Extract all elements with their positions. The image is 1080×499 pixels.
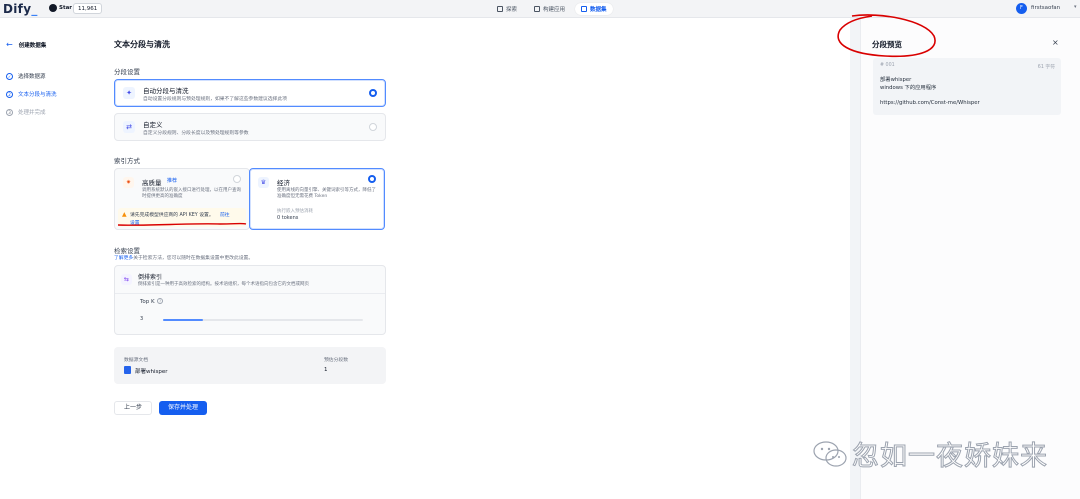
github-star-count[interactable]: 11,961 <box>73 3 103 14</box>
option-title: 高质量 <box>142 179 162 187</box>
coins-icon: ♛ <box>258 177 269 188</box>
info-icon[interactable]: ? <box>157 298 163 304</box>
wechat-icon <box>813 440 847 467</box>
topk-slider[interactable] <box>163 319 363 321</box>
page-title: 文本分段与清洗 <box>114 40 170 49</box>
sliders-icon: ⇄ <box>123 121 135 133</box>
step-select-source: ✓ 选择数据源 <box>6 72 46 80</box>
token-estimate-label: 执行嵌入预估消耗 <box>277 209 313 214</box>
radio-unselected[interactable] <box>369 123 377 131</box>
recommended-badge: 推荐 <box>167 178 178 184</box>
watermark-text: 忽如一夜娇妹来 <box>852 441 1048 473</box>
github-star-label[interactable]: Star <box>59 5 72 11</box>
option-desc: 调用系统默认的嵌入接口进行处理，以在用户查询时提供更高的准确度 <box>142 188 241 199</box>
radio-selected[interactable] <box>369 89 377 97</box>
close-icon[interactable]: × <box>1052 38 1059 47</box>
sparkle-icon: ✦ <box>123 87 135 99</box>
panel-divider <box>850 18 860 499</box>
dify-logo[interactable]: Dify_ <box>3 2 38 16</box>
nav-datasets[interactable]: 数据集 <box>575 3 613 15</box>
chunk-id: # 001 <box>880 63 895 68</box>
step-number: 2 <box>6 90 13 98</box>
cube-icon <box>534 6 540 12</box>
option-title: 自动分段与清洗 <box>143 87 189 95</box>
back-to-datasets[interactable]: ← 创建数据集 <box>6 40 46 49</box>
retrieval-method-name: 倒排索引 <box>138 274 163 281</box>
topk-slider-fill <box>163 319 203 321</box>
index-method-label: 索引方式 <box>114 157 140 165</box>
github-icon <box>49 4 57 12</box>
step-number: 3 <box>6 108 13 116</box>
option-desc: 自动设置分段规则与预处理规则，如果不了解这些参数建议选择此项 <box>143 97 287 102</box>
option-desc: 自定义分段规则、分段长度以及预处理规则等参数 <box>143 131 249 136</box>
index-option-economy[interactable]: ♛ 经济 使用离线的向量引擎、关键词索引等方式，降低了准确度但无需花费 Toke… <box>249 168 385 230</box>
chunk-line: windows 下的应用程序 <box>880 85 937 91</box>
estimated-segments-label: 预估分段数 <box>324 358 348 363</box>
nav-explore[interactable]: 探索 <box>491 3 523 15</box>
retrieval-settings-desc: 了解更多关于检索方法，您可以随时在数据集设置中更改此设置。 <box>114 256 254 261</box>
chunk-line: 部署whisper <box>880 77 912 83</box>
chunk-line: https://github.com/Const-me/Whisper <box>880 100 980 106</box>
nav-build-app[interactable]: 构建应用 <box>528 3 571 15</box>
retrieval-method-desc: 倒排索引是一种用于高效检索的结构。按术语组织，每个术语指向包含它的文档或网页 <box>138 282 309 287</box>
radio-selected[interactable] <box>368 175 376 183</box>
sidebar-title: 创建数据集 <box>18 42 47 49</box>
warning-text: 请先完成模型供应商的 API KEY 设置。 <box>130 213 214 218</box>
warning-settings-link[interactable]: 设置 <box>130 219 140 226</box>
retrieval-method-header: ⇆ 倒排索引 倒排索引是一种用于高效检索的结构。按术语组织，每个术语指向包含它的… <box>115 266 385 294</box>
segment-preview-panel: 分段预览 × # 001 61 字符 部署whisper windows 下的应… <box>860 18 1080 499</box>
warning-go-link[interactable]: 前往 <box>220 211 230 218</box>
source-doc-label: 数据源文档 <box>124 358 148 363</box>
step-process-finish: 3 处理并完成 <box>6 108 46 116</box>
option-desc: 使用离线的向量引擎、关键词索引等方式，降低了准确度但无需花费 Token <box>277 188 376 199</box>
document-icon <box>124 366 131 374</box>
username[interactable]: firstsaofan <box>1031 5 1060 11</box>
step-segment-clean: 2 文本分段与清洗 <box>6 90 57 98</box>
grid-icon <box>497 6 503 12</box>
star-icon: ✷ <box>123 177 134 188</box>
segment-settings-label: 分段设置 <box>114 68 140 76</box>
database-icon <box>581 6 587 12</box>
wechat-watermark: 忽如一夜娇妹来 <box>812 434 1048 473</box>
preview-chunk: # 001 61 字符 部署whisper windows 下的应用程序 htt… <box>873 58 1061 115</box>
previous-step-button[interactable]: 上一步 <box>114 401 152 415</box>
arrow-left-icon[interactable]: ← <box>6 40 13 49</box>
option-title: 自定义 <box>143 121 163 129</box>
api-key-warning: ▲ 请先完成模型供应商的 API KEY 设置。 前往 设置 <box>118 208 246 227</box>
chevron-down-icon[interactable]: ▾ <box>1074 4 1077 10</box>
save-and-process-button[interactable]: 保存并处理 <box>159 401 207 415</box>
token-estimate-value: 0 tokens <box>277 215 299 221</box>
radio-unselected[interactable] <box>233 175 241 183</box>
top-navigation-bar: Dify_ Star 11,961 探索 构建应用 数据集 F firstsao… <box>0 0 1080 18</box>
inverted-index-icon: ⇆ <box>121 274 132 285</box>
source-doc-name: 部署whisper <box>135 369 168 375</box>
topk-value[interactable]: 3 <box>140 316 143 322</box>
segment-option-auto[interactable]: ✦ 自动分段与清洗 自动设置分段规则与预处理规则，如果不了解这些参数建议选择此项 <box>114 79 386 107</box>
chunk-char-count: 61 字符 <box>1037 65 1055 70</box>
estimated-segments-value: 1 <box>324 367 328 373</box>
check-icon: ✓ <box>6 72 13 80</box>
retrieval-method-card: ⇆ 倒排索引 倒排索引是一种用于高效检索的结构。按术语组织，每个术语指向包含它的… <box>114 265 386 335</box>
option-title: 经济 <box>277 179 290 187</box>
preview-title: 分段预览 <box>872 40 902 49</box>
processing-summary: 数据源文档 部署whisper 预估分段数 1 <box>114 347 386 384</box>
segment-option-custom[interactable]: ⇄ 自定义 自定义分段规则、分段长度以及预处理规则等参数 <box>114 113 386 141</box>
warning-icon: ▲ <box>122 211 127 218</box>
avatar[interactable]: F <box>1016 3 1027 14</box>
topk-label: Top K <box>140 299 155 305</box>
learn-more-link[interactable]: 了解更多 <box>114 256 133 261</box>
